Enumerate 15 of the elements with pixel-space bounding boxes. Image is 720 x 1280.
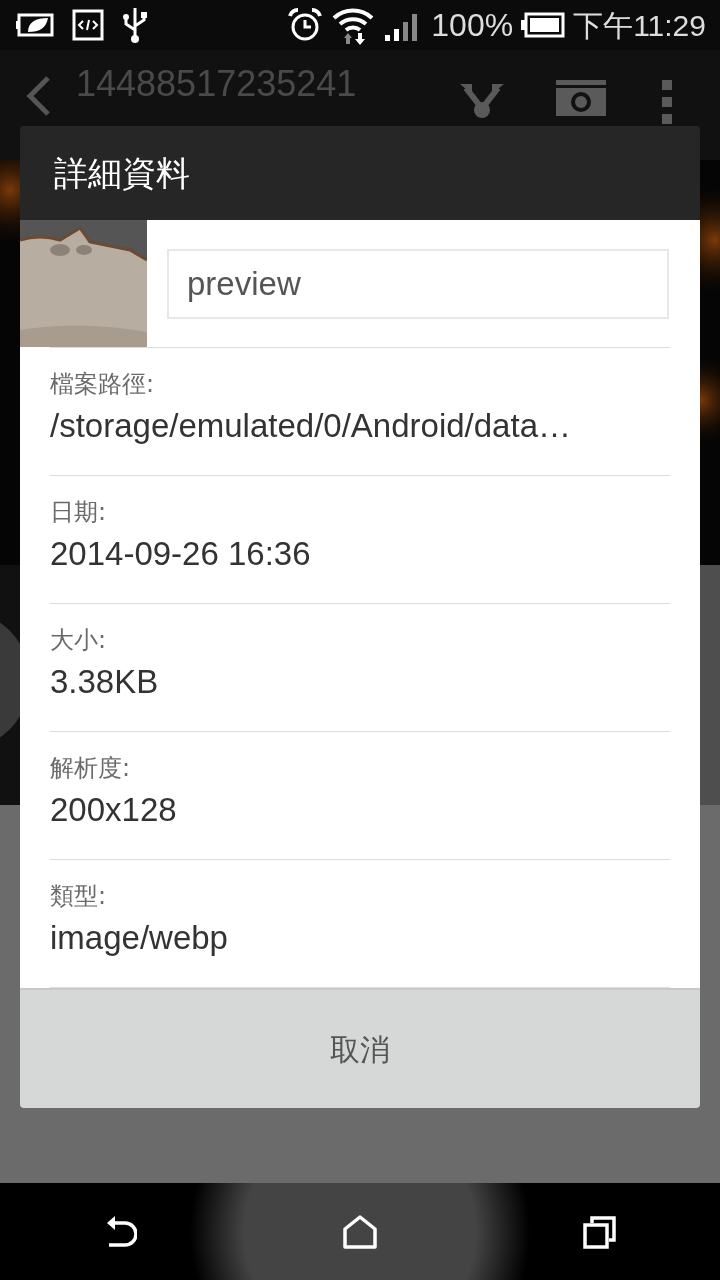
camera-icon (556, 80, 606, 116)
code-icon (72, 9, 104, 41)
home-button[interactable] (343, 1214, 377, 1249)
more-icon (662, 80, 672, 124)
battery-icon (521, 12, 566, 38)
title-text: 14488517235241 (76, 66, 358, 102)
recents-icon (583, 1214, 617, 1249)
usb-icon (120, 6, 150, 44)
alarm-icon (287, 7, 324, 43)
battery-percentage: 100% (431, 6, 514, 45)
home-icon (343, 1214, 377, 1249)
overflow-menu-button[interactable] (662, 80, 672, 124)
camera-button[interactable] (556, 80, 606, 116)
recent-apps-button[interactable] (583, 1214, 617, 1249)
clock-time: 下午11:29 (573, 7, 706, 44)
